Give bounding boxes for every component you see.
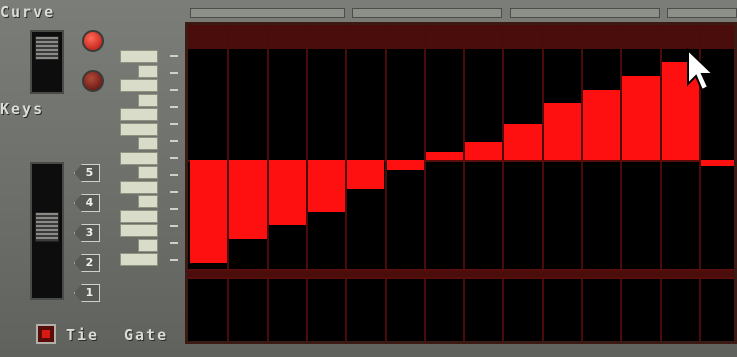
curve-step-bar[interactable] — [583, 89, 621, 160]
curve-keys-switch[interactable] — [30, 30, 64, 94]
piano-key[interactable] — [120, 180, 158, 194]
scale-tick — [170, 225, 178, 227]
curve-step-bar[interactable] — [425, 152, 464, 160]
switch-handle[interactable] — [35, 36, 59, 60]
piano-key[interactable] — [120, 79, 158, 92]
piano-key[interactable] — [120, 151, 158, 165]
tie-label: Tie — [66, 326, 100, 344]
scale-tick — [170, 174, 178, 176]
scale-tick — [170, 89, 178, 91]
curve-step-bar[interactable] — [622, 76, 660, 160]
piano-key[interactable] — [138, 238, 158, 252]
piano-key[interactable] — [138, 195, 158, 208]
piano-key[interactable] — [120, 50, 158, 63]
curve-step-bar[interactable] — [347, 160, 385, 189]
piano-key[interactable] — [120, 224, 158, 237]
piano-key[interactable] — [138, 64, 158, 78]
grid-top-band — [188, 25, 734, 49]
octave-button-3[interactable]: 3 — [74, 224, 100, 242]
scale-tick — [170, 55, 178, 57]
grid-step-line — [581, 25, 583, 341]
grid-step-line — [423, 25, 426, 341]
piano-key[interactable] — [120, 122, 158, 136]
scale-tick — [170, 123, 178, 125]
gate-label: Gate — [124, 326, 169, 344]
piano-key[interactable] — [138, 137, 158, 150]
octave-switch[interactable] — [30, 162, 64, 300]
grid-step-line — [463, 25, 466, 341]
piano-key[interactable] — [120, 209, 158, 223]
scale-tick — [170, 242, 178, 244]
tie-button[interactable] — [36, 324, 56, 344]
curve-step-bar[interactable] — [465, 142, 503, 160]
curve-step-bar[interactable] — [229, 160, 267, 240]
octave-button-1[interactable]: 1 — [74, 284, 100, 302]
piano-key[interactable] — [120, 253, 158, 266]
curve-label: Curve — [0, 3, 56, 21]
grid-step-line — [502, 25, 505, 341]
scale-tick — [170, 157, 178, 159]
curve-step-bar[interactable] — [504, 123, 542, 160]
piano-keyboard — [120, 50, 164, 270]
grid-step-line — [620, 25, 623, 341]
curve-grid[interactable] — [185, 22, 737, 344]
tab-4[interactable] — [667, 8, 737, 18]
scale-tick — [170, 259, 178, 261]
scale-tick — [170, 191, 178, 193]
grid-step-line — [541, 25, 544, 341]
tab-3[interactable] — [510, 8, 660, 18]
scale-tick — [170, 140, 178, 142]
curve-step-bar[interactable] — [307, 160, 346, 212]
scale-tick — [170, 106, 178, 108]
octave-button-2[interactable]: 2 — [74, 254, 100, 272]
tab-2[interactable] — [352, 8, 502, 18]
curve-step-bar[interactable] — [190, 160, 228, 264]
piano-key[interactable] — [138, 93, 158, 107]
scale-tick — [170, 208, 178, 210]
octave-button-5[interactable]: 5 — [74, 164, 100, 182]
scale-tick — [170, 72, 178, 74]
matrix-curve-panel: Curve Keys Tie Gate 5 4 3 2 1 — [0, 0, 737, 357]
keys-label: Keys — [0, 100, 45, 118]
octave-switch-handle[interactable] — [35, 212, 59, 242]
keys-led — [82, 70, 104, 92]
curve-step-bar[interactable] — [543, 102, 581, 160]
curve-step-bar[interactable] — [700, 160, 734, 166]
curve-led — [82, 30, 104, 52]
mouse-cursor-icon — [687, 48, 716, 92]
octave-button-4[interactable]: 4 — [74, 194, 100, 212]
curve-step-bar[interactable] — [268, 160, 306, 225]
grid-step-line — [384, 25, 387, 341]
piano-key[interactable] — [138, 166, 158, 179]
piano-key[interactable] — [120, 108, 158, 121]
grid-h-line — [188, 269, 734, 271]
curve-step-bar[interactable] — [386, 160, 424, 170]
tab-1[interactable] — [190, 8, 345, 18]
grid-h-line — [188, 277, 734, 279]
